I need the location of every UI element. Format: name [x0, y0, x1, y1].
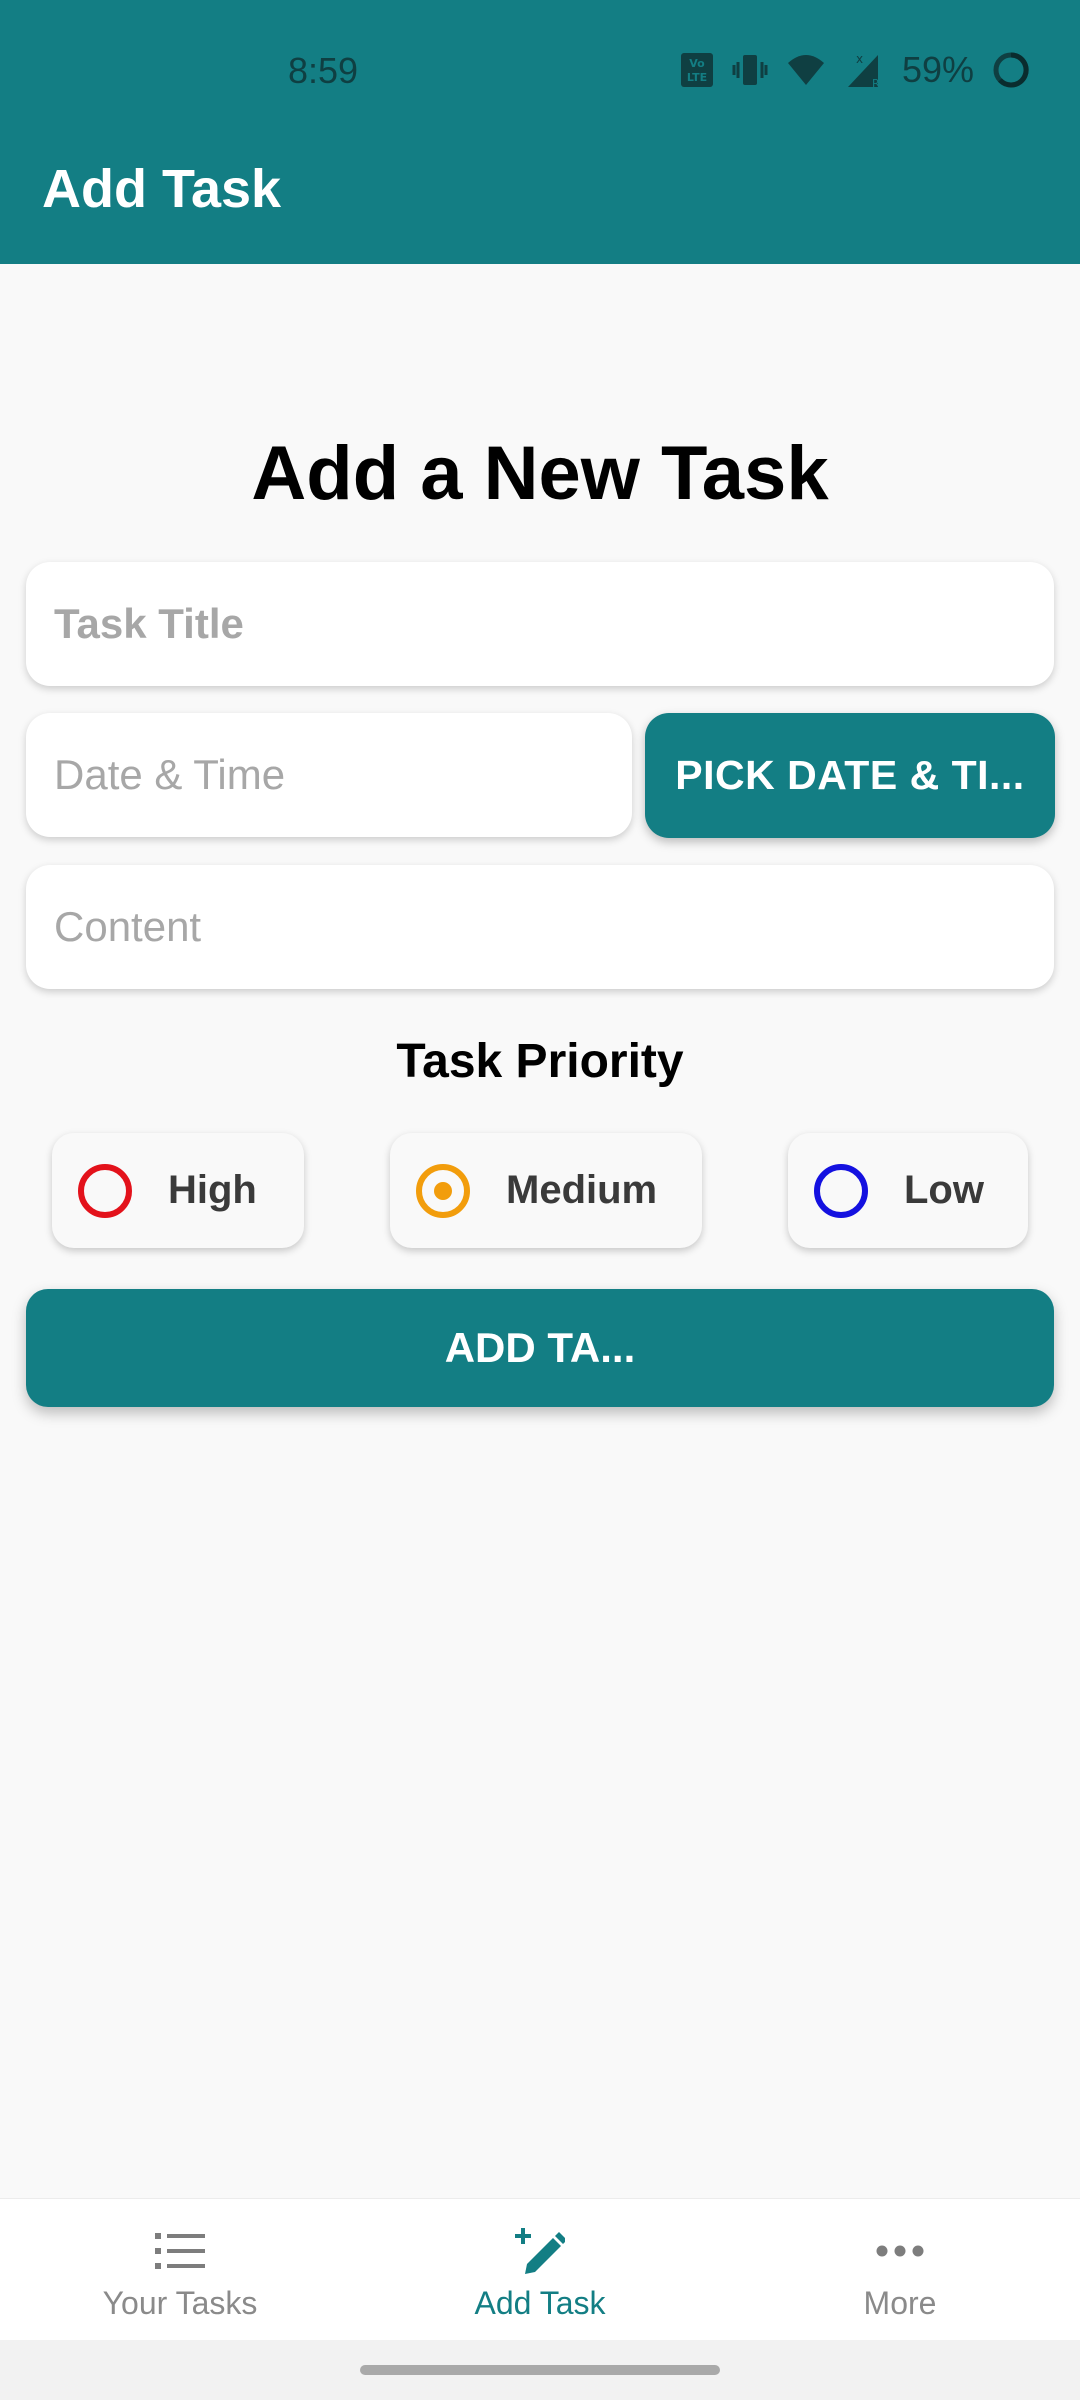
- pick-date-time-button[interactable]: PICK DATE & TI...: [645, 713, 1055, 838]
- priority-option-medium[interactable]: Medium: [390, 1133, 702, 1248]
- priority-option-high[interactable]: High: [52, 1133, 304, 1248]
- priority-label-high: High: [168, 1168, 257, 1212]
- svg-text:x: x: [856, 52, 863, 66]
- app-bar: 8:59 Vo LTE x R 59% Add Task: [0, 0, 1080, 264]
- wifi-icon: [787, 55, 824, 85]
- status-time: 8:59: [288, 50, 359, 91]
- home-indicator[interactable]: [360, 2365, 720, 2375]
- svg-text:R: R: [872, 77, 880, 89]
- signal-icon: x R: [847, 52, 880, 89]
- add-task-button-label: ADD TA...: [444, 1324, 636, 1371]
- nav-label-add-task: Add Task: [474, 2285, 606, 2321]
- task-title-placeholder: Task Title: [54, 600, 244, 647]
- vibrate-icon: [732, 55, 768, 85]
- content-placeholder: Content: [54, 903, 202, 950]
- add-edit-icon: [515, 2228, 565, 2274]
- priority-label-low: Low: [904, 1168, 984, 1212]
- radio-selected-dot: [434, 1181, 452, 1200]
- priority-option-low[interactable]: Low: [788, 1133, 1028, 1248]
- app-bar-title: Add Task: [42, 159, 282, 219]
- radio-low[interactable]: [814, 1163, 868, 1218]
- task-title-input[interactable]: Task Title: [26, 562, 1054, 686]
- nav-item-your-tasks[interactable]: Your Tasks: [0, 2199, 360, 2341]
- nav-item-more[interactable]: More: [720, 2199, 1080, 2341]
- content-input[interactable]: Content: [26, 865, 1054, 989]
- bottom-navigation: Your Tasks Add Task More: [0, 2198, 1080, 2340]
- svg-text:LTE: LTE: [687, 71, 707, 84]
- nav-label-more: More: [863, 2285, 937, 2321]
- battery-ring-icon: [993, 52, 1029, 88]
- date-time-placeholder: Date & Time: [54, 751, 286, 798]
- volte-icon: Vo LTE: [680, 53, 713, 87]
- page-heading: Add a New Task: [251, 431, 829, 516]
- date-time-input[interactable]: Date & Time: [26, 713, 632, 837]
- svg-text:Vo: Vo: [689, 57, 705, 70]
- list-icon: [155, 2233, 205, 2269]
- pick-date-time-label: PICK DATE & TI...: [675, 752, 1025, 798]
- priority-heading: Task Priority: [396, 1035, 684, 1088]
- add-task-button[interactable]: ADD TA...: [26, 1289, 1054, 1407]
- radio-medium[interactable]: [416, 1163, 470, 1218]
- nav-label-your-tasks: Your Tasks: [102, 2285, 258, 2321]
- nav-item-add-task[interactable]: Add Task: [360, 2199, 720, 2341]
- radio-high[interactable]: [78, 1163, 132, 1218]
- status-icons: Vo LTE x R 59%: [680, 48, 1030, 92]
- priority-label-medium: Medium: [506, 1168, 658, 1212]
- more-horiz-icon: [876, 2245, 924, 2257]
- battery-percentage: 59%: [901, 49, 974, 90]
